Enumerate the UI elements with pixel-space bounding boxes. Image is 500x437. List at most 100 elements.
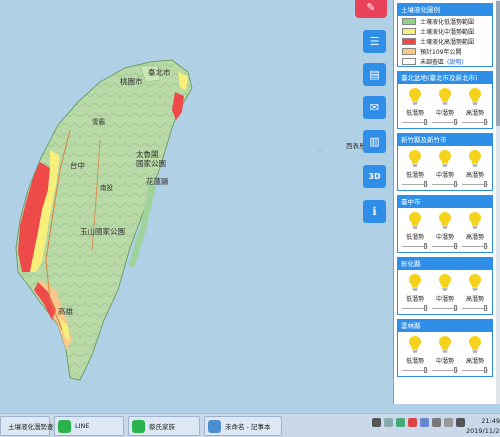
opacity-slider[interactable]	[402, 243, 428, 249]
slider-knob[interactable]	[454, 243, 457, 249]
legend-item: 土壤液化低潛勢範圍	[398, 16, 492, 26]
taskbar-item[interactable]: 土壤液化潛勢查詢系統...	[0, 416, 79, 436]
3d-icon: 3D	[368, 172, 381, 181]
legend-list: 土壤液化低潛勢範圍 土壤液化中潛勢範圍 土壤液化高潛勢範圍 預計109年公開 未調查區(…	[398, 16, 492, 66]
system-tray[interactable]	[372, 418, 465, 427]
3d-button[interactable]: 3D	[363, 165, 386, 188]
opacity-slider[interactable]	[402, 119, 428, 125]
region-title: 雲林縣	[398, 320, 492, 332]
city-nantou: 南投	[100, 184, 113, 192]
slider-knob[interactable]	[454, 119, 457, 125]
slider-knob[interactable]	[484, 305, 487, 311]
opacity-slider[interactable]	[432, 119, 458, 125]
slider-knob[interactable]	[484, 119, 487, 125]
factory-button[interactable]: ▥	[363, 130, 386, 153]
city-kaohsiung: 高雄	[58, 307, 73, 316]
opacity-slider[interactable]	[402, 305, 428, 311]
slider-knob[interactable]	[484, 367, 487, 373]
legend-swatch	[402, 57, 416, 65]
lightbulb-icon	[439, 274, 451, 293]
measure-tool-button[interactable]: ✎	[355, 0, 387, 18]
legend-label: 土壤液化高潛勢範圍	[420, 38, 475, 46]
slider-knob[interactable]	[424, 243, 427, 249]
legend-label: 未調查區	[420, 58, 445, 66]
mail-button[interactable]: ✉	[363, 96, 386, 119]
potential-toggle[interactable]: 低潛勢	[401, 88, 429, 125]
opacity-slider[interactable]	[432, 243, 458, 249]
opacity-slider[interactable]	[462, 181, 488, 187]
basemap-button[interactable]: ▤	[363, 63, 386, 86]
potential-label: 中潛勢	[435, 358, 454, 365]
slider-knob[interactable]	[424, 305, 427, 311]
opacity-slider[interactable]	[462, 305, 488, 311]
opacity-slider[interactable]	[432, 367, 458, 373]
region-title: 臺中市	[398, 196, 492, 208]
legend-box: 土壤液化圖例 土壤液化低潛勢範圍 土壤液化中潛勢範圍 土壤液化高潛勢範圍 預計109年…	[397, 3, 493, 67]
potential-toggle[interactable]: 低潛勢	[401, 274, 429, 311]
lightbulb-icon	[469, 274, 481, 293]
tray-app-icon[interactable]	[384, 418, 393, 427]
potential-toggle[interactable]: 中潛勢	[431, 336, 459, 373]
potential-toggle[interactable]: 高潛勢	[461, 88, 489, 125]
taskbar-item-label: 蔡氏家族	[149, 423, 175, 431]
slider-knob[interactable]	[484, 243, 487, 249]
volume-icon[interactable]	[444, 418, 453, 427]
potential-toggle[interactable]: 低潛勢	[401, 150, 429, 187]
lightbulb-icon	[469, 150, 481, 169]
potential-toggle[interactable]: 高潛勢	[461, 150, 489, 187]
slider-knob[interactable]	[454, 181, 457, 187]
legend-swatch	[402, 17, 416, 25]
potential-toggle[interactable]: 高潛勢	[461, 336, 489, 373]
opacity-slider[interactable]	[402, 181, 428, 187]
panel-scrollbar[interactable]	[496, 0, 500, 404]
taskbar-item-label: 未命名 - 記事本	[225, 423, 271, 431]
opacity-slider[interactable]	[402, 367, 428, 373]
tray-app-icon[interactable]	[420, 418, 429, 427]
side-panel: 土壤液化圖例 土壤液化低潛勢範圍 土壤液化中潛勢範圍 土壤液化高潛勢範圍 預計109年…	[393, 0, 496, 404]
city-taipei: 臺北市	[148, 68, 171, 77]
potential-toggle[interactable]: 中潛勢	[431, 212, 459, 249]
info-button[interactable]: ℹ	[363, 200, 386, 223]
region-box: 彰化縣 低潛勢 中潛勢 高潛勢	[397, 257, 493, 315]
taskbar-item[interactable]: LINE	[54, 416, 124, 436]
taskbar-item[interactable]: 蔡氏家族	[128, 416, 200, 436]
potential-toggle[interactable]: 高潛勢	[461, 274, 489, 311]
layers-button[interactable]: ☰	[363, 30, 386, 53]
slider-knob[interactable]	[424, 119, 427, 125]
slider-knob[interactable]	[424, 367, 427, 373]
legend-swatch	[402, 27, 416, 35]
slider-knob[interactable]	[454, 305, 457, 311]
clock[interactable]: 21:49 2019/11/28	[466, 416, 500, 436]
slider-knob[interactable]	[454, 367, 457, 373]
tray-app-icon[interactable]	[408, 418, 417, 427]
tray-app-icon[interactable]	[396, 418, 405, 427]
slider-knob[interactable]	[484, 181, 487, 187]
legend-label: 土壤液化低潛勢範圍	[420, 18, 475, 26]
city-taoyuan: 桃園市	[120, 77, 143, 86]
lightbulb-icon	[439, 336, 451, 355]
slider-knob[interactable]	[424, 181, 427, 187]
potential-toggle[interactable]: 低潛勢	[401, 336, 429, 373]
factory-icon: ▥	[369, 135, 380, 148]
potential-toggle[interactable]: 中潛勢	[431, 150, 459, 187]
opacity-slider[interactable]	[462, 243, 488, 249]
taskbar-item[interactable]: 未命名 - 記事本	[204, 416, 282, 436]
legend-item: 土壤液化中潛勢範圍	[398, 26, 492, 36]
potential-label: 高潛勢	[465, 172, 484, 179]
potential-toggle[interactable]: 中潛勢	[431, 274, 459, 311]
network-icon[interactable]	[432, 418, 441, 427]
opacity-slider[interactable]	[462, 119, 488, 125]
opacity-slider[interactable]	[462, 367, 488, 373]
layers-icon: ☰	[369, 35, 380, 48]
region-box: 臺北盆地(臺北市及新北市) 低潛勢 中潛勢 高潛勢	[397, 71, 493, 129]
legend-explain-link[interactable]: (說明)	[447, 57, 464, 66]
opacity-slider[interactable]	[432, 181, 458, 187]
potential-toggle[interactable]: 中潛勢	[431, 88, 459, 125]
ime-icon[interactable]	[456, 418, 465, 427]
potential-label: 低潛勢	[405, 234, 424, 241]
potential-toggle[interactable]: 高潛勢	[461, 212, 489, 249]
opacity-slider[interactable]	[432, 305, 458, 311]
scrollbar-thumb[interactable]	[496, 1, 500, 126]
tray-app-icon[interactable]	[372, 418, 381, 427]
potential-toggle[interactable]: 低潛勢	[401, 212, 429, 249]
